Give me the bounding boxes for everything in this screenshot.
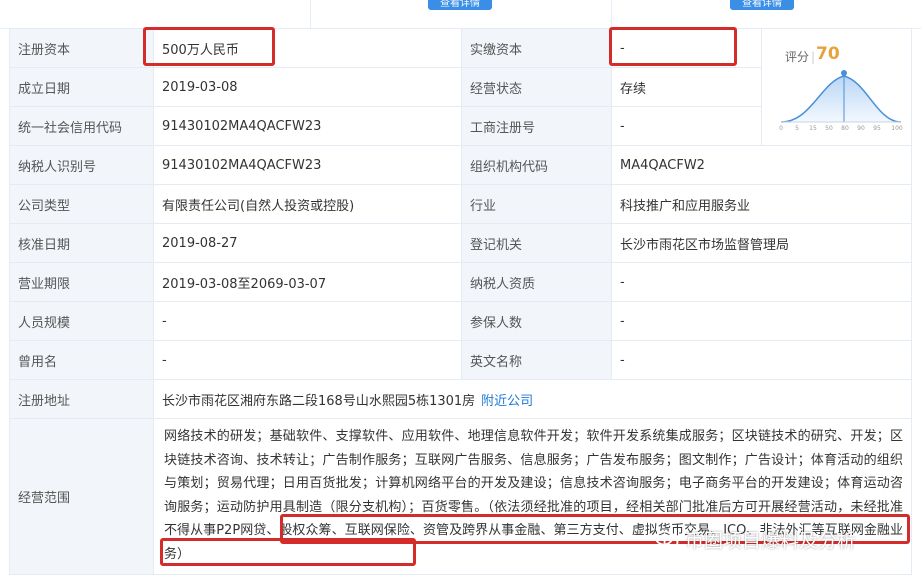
row-label: 组织机构代码 — [461, 145, 612, 185]
view-details-button-right[interactable]: 查看详情 — [730, 0, 794, 10]
row-value: - — [611, 28, 762, 68]
table-row: 人员规模 - 参保人数 - — [9, 301, 912, 341]
row-label: 注册资本 — [9, 28, 154, 68]
score-distribution-chart: 0 5 15 50 80 90 95 100 — [779, 70, 903, 132]
address-label: 注册地址 — [9, 379, 154, 419]
row-value: - — [153, 301, 462, 341]
row-label: 行业 — [461, 184, 612, 224]
row-label: 成立日期 — [9, 67, 154, 107]
nearby-companies-link[interactable]: 附近公司 — [481, 394, 533, 409]
axis-tick-label: 50 — [825, 125, 833, 132]
bell-curve-fill — [781, 76, 901, 122]
table-row: 注册地址 长沙市雨花区湘府东路二段168号山水熙园5栋1301房 附近公司 — [9, 379, 912, 419]
axis-tick-label: 100 — [891, 125, 903, 132]
row-value: 长沙市雨花区市场监督管理局 — [611, 223, 912, 263]
table-row: 营业期限 2019-03-08至2069-03-07 纳税人资质 - — [9, 262, 912, 302]
row-value: 2019-03-08 — [153, 67, 462, 107]
watermark-text: 币圈项目爆料及分析 — [685, 530, 857, 552]
table-row: 核准日期 2019-08-27 登记机关 长沙市雨花区市场监督管理局 — [9, 223, 912, 263]
business-scope-label: 经营范围 — [9, 418, 154, 575]
row-label: 公司类型 — [9, 184, 154, 224]
table-row: 公司类型 有限责任公司(自然人投资或控股) 行业 科技推广和应用服务业 — [9, 184, 912, 224]
table-row: 纳税人识别号 91430102MA4QACFW23 组织机构代码 MA4QACF… — [9, 145, 912, 185]
score-marker-dot — [841, 70, 847, 76]
row-label: 纳税人资质 — [461, 262, 612, 302]
row-value: - — [611, 340, 912, 380]
watermark: 币圈项目爆料及分析 — [655, 526, 856, 553]
row-value: 2019-08-27 — [153, 223, 462, 263]
row-value: MA4QACFW2 — [611, 145, 912, 185]
row-label: 参保人数 — [461, 301, 612, 341]
row-label: 实缴资本 — [461, 28, 612, 68]
row-value: 有限责任公司(自然人投资或控股) — [153, 184, 462, 224]
axis-tick-label: 95 — [873, 125, 881, 132]
row-value: 91430102MA4QACFW23 — [153, 106, 462, 146]
score-widget: 评分 | 70 0 5 15 50 80 90 95 100 — [769, 40, 909, 142]
row-label: 工商注册号 — [461, 106, 612, 146]
row-label: 英文名称 — [461, 340, 612, 380]
wechat-icon — [655, 530, 679, 549]
row-value: 科技推广和应用服务业 — [611, 184, 912, 224]
row-value: - — [611, 106, 762, 146]
row-value: - — [611, 301, 912, 341]
row-value: 2019-03-08至2069-03-07 — [153, 262, 462, 302]
row-value: 存续 — [611, 67, 762, 107]
row-value: - — [611, 262, 912, 302]
row-label: 登记机关 — [461, 223, 612, 263]
table-row: 曾用名 - 英文名称 - — [9, 340, 912, 380]
view-details-button-left[interactable]: 查看详情 — [428, 0, 492, 10]
row-value: 91430102MA4QACFW23 — [153, 145, 462, 185]
row-value: 500万人民币 — [153, 28, 462, 68]
row-label: 经营状态 — [461, 67, 612, 107]
row-label: 纳税人识别号 — [9, 145, 154, 185]
axis-tick-label: 90 — [857, 125, 865, 132]
row-label: 曾用名 — [9, 340, 154, 380]
axis-tick-label: 0 — [779, 125, 783, 132]
row-label: 营业期限 — [9, 262, 154, 302]
top-strip: 查看详情 查看详情 — [0, 0, 921, 29]
address-cell: 长沙市雨花区湘府东路二段168号山水熙园5栋1301房 附近公司 — [153, 379, 912, 419]
address-value: 长沙市雨花区湘府东路二段168号山水熙园5栋1301房 — [162, 393, 476, 409]
row-label: 核准日期 — [9, 223, 154, 263]
axis-tick-label: 15 — [809, 125, 817, 132]
row-label: 统一社会信用代码 — [9, 106, 154, 146]
row-label: 人员规模 — [9, 301, 154, 341]
axis-tick-label: 80 — [841, 125, 849, 132]
row-value: - — [153, 340, 462, 380]
axis-tick-label: 5 — [795, 125, 799, 132]
